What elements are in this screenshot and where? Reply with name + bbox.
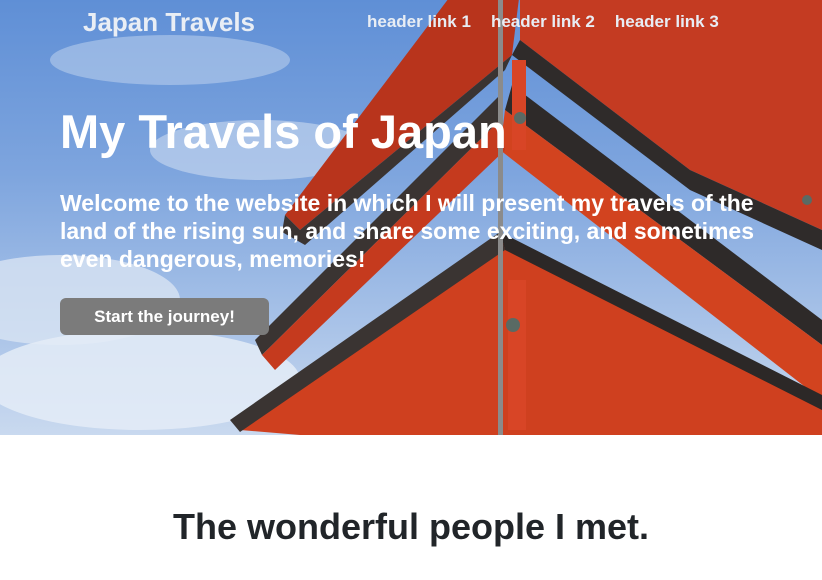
brand-logo-link[interactable]: Japan Travels: [83, 7, 255, 38]
people-section-title: The wonderful people I met.: [172, 506, 650, 547]
header-link-2[interactable]: header link 2: [491, 12, 595, 32]
header-nav: header link 1 header link 2 header link …: [367, 12, 719, 32]
hero-description: Welcome to the website in which I will p…: [60, 190, 754, 272]
header-link-3[interactable]: header link 3: [615, 12, 719, 32]
hero-section: Japan Travels header link 1 header link …: [0, 0, 822, 435]
hero-title: My Travels of Japan: [60, 105, 507, 158]
start-journey-button[interactable]: Start the journey!: [60, 298, 269, 335]
header-link-1[interactable]: header link 1: [367, 12, 471, 32]
